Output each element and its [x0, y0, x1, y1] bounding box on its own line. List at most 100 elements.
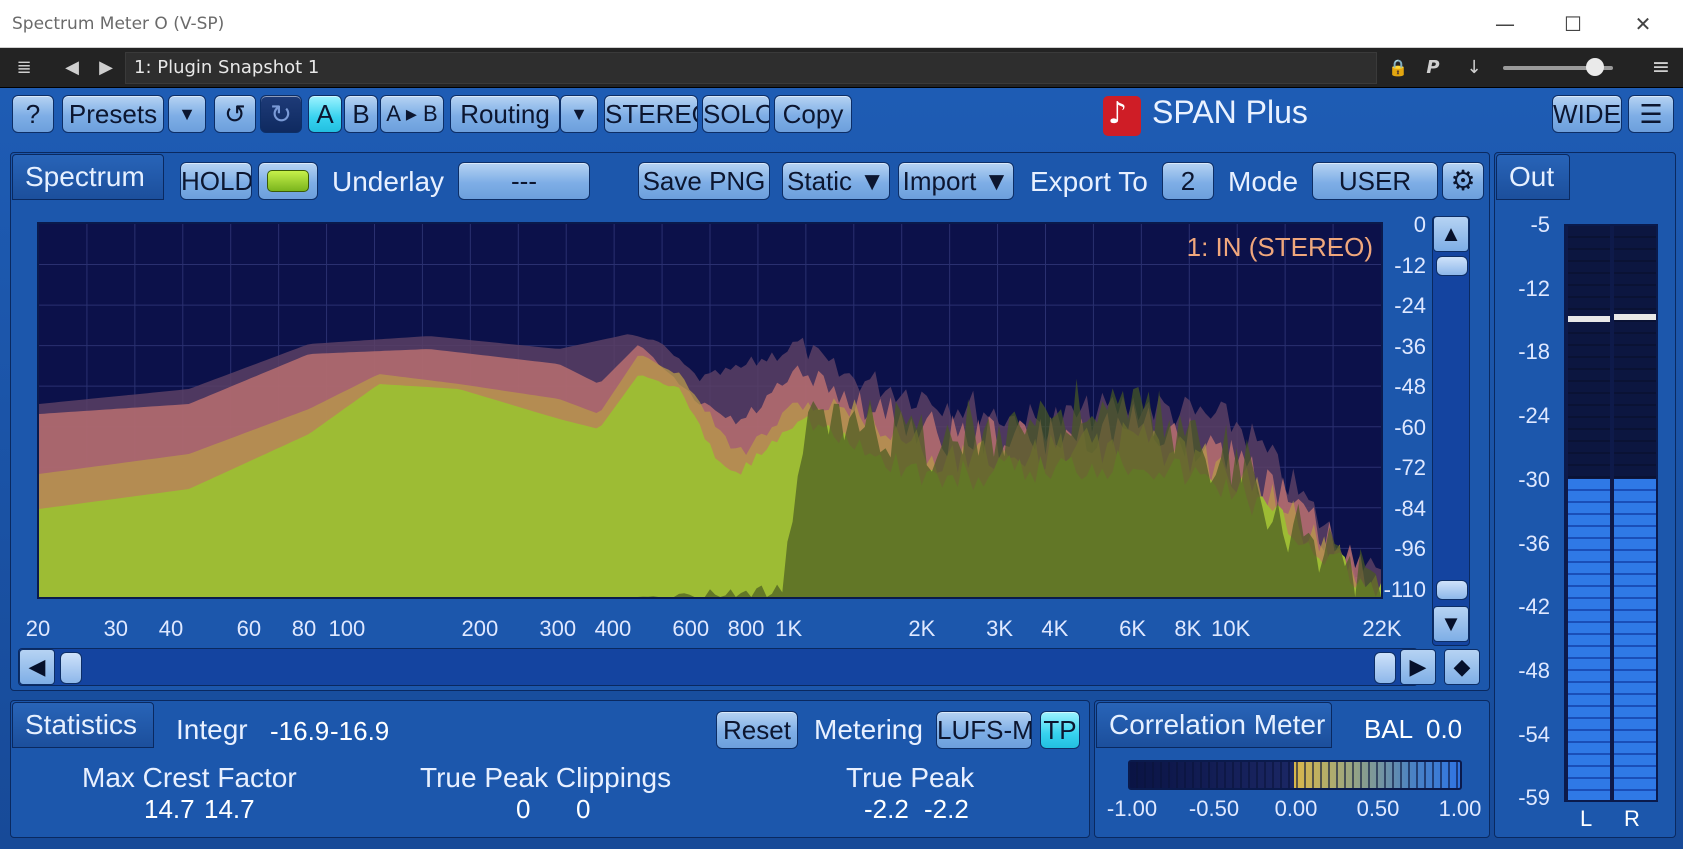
balance-label: BAL — [1364, 714, 1414, 744]
reset-button[interactable]: Reset — [716, 711, 798, 749]
hold-button[interactable]: HOLD — [180, 162, 252, 200]
undo-button[interactable]: ↺ — [214, 95, 256, 133]
host-menu-icon[interactable]: ≡ — [1646, 48, 1676, 88]
color-swatch-button[interactable] — [258, 162, 318, 200]
output-meter-scale-label: -30 — [1518, 466, 1550, 492]
meter-label-l: L — [1580, 806, 1593, 831]
wide-button[interactable]: WIDE — [1552, 95, 1622, 133]
spectrum-settings-button[interactable]: ⚙ — [1442, 162, 1484, 200]
vertical-bottom-handle[interactable] — [1436, 580, 1468, 600]
routing-dropdown-button[interactable]: ▼ — [560, 95, 598, 133]
meter-fill-right — [1614, 478, 1656, 800]
scroll-right-button[interactable]: ▶ — [1400, 649, 1436, 685]
integr-right-value: -16.9 — [330, 716, 390, 746]
db-scale-label: -48 — [1394, 374, 1426, 399]
copy-button[interactable]: Copy — [774, 95, 852, 133]
output-meter-scale-label: -36 — [1518, 530, 1550, 556]
freq-label: 20 — [25, 616, 51, 641]
prev-preset-icon[interactable]: ◀ — [58, 48, 86, 88]
settings-icon[interactable]: ≣ — [8, 48, 40, 88]
freq-label: 10K — [1211, 616, 1251, 641]
spectrum-tab[interactable]: Spectrum — [12, 154, 164, 200]
true-peak-toggle[interactable]: TP — [1040, 711, 1080, 749]
tp-clippings-label: True Peak Clippings — [420, 762, 672, 793]
import-dropdown[interactable]: Import ▼ — [898, 162, 1014, 200]
output-meter-scale-label: -54 — [1518, 721, 1550, 747]
freq-label: 400 — [594, 616, 632, 641]
output-meter-scale-label: -48 — [1518, 657, 1550, 683]
meter-fill-left — [1568, 478, 1610, 800]
ab-b-button[interactable]: B — [344, 95, 378, 133]
output-meter-scale-label: -12 — [1518, 275, 1550, 301]
spectrum-svg — [39, 224, 1381, 597]
minimize-button[interactable]: — — [1482, 8, 1528, 40]
lock-icon[interactable]: 🔒 — [1384, 48, 1412, 88]
freq-label: 8K — [1174, 616, 1202, 641]
db-scale-label: 0 — [1413, 212, 1426, 237]
correlation-tab[interactable]: Correlation Meter — [1096, 702, 1332, 748]
next-preset-icon[interactable]: ▶ — [92, 48, 120, 88]
spectrum-graph[interactable]: 1: IN (STEREO) — [37, 222, 1383, 599]
integr-left-value: -16.9 — [270, 716, 330, 746]
correlation-bar — [1128, 760, 1462, 790]
freq-label: 1K — [775, 616, 803, 641]
mode-select[interactable]: USER — [1312, 162, 1438, 200]
input-arrow-icon[interactable]: ↓ — [1460, 48, 1488, 88]
freq-label: 22K — [1362, 616, 1402, 641]
statistics-tab[interactable]: Statistics — [12, 702, 154, 748]
preset-name-field[interactable]: 1: Plugin Snapshot 1 — [125, 52, 1377, 84]
db-scale-label: -84 — [1394, 495, 1426, 521]
output-meter-scale-label: -5 — [1530, 212, 1550, 237]
stereo-button[interactable]: STEREO — [604, 95, 698, 133]
title-bar: Spectrum Meter O (V-SP) — ☐ ✕ — [0, 0, 1683, 48]
param-icon[interactable]: P — [1418, 48, 1448, 88]
presets-dropdown-button[interactable]: ▼ — [168, 95, 206, 133]
freq-label: 60 — [236, 616, 262, 641]
redo-button[interactable]: ↻ — [260, 95, 302, 133]
host-toolbar: ≣ ◀ ▶ 1: Plugin Snapshot 1 🔒 P ↓ ≡ — [0, 48, 1683, 88]
output-meter-scale-label: -18 — [1518, 339, 1550, 365]
export-label: Export To — [1030, 166, 1148, 197]
correlation-scale-label: -1.00 — [1106, 796, 1158, 821]
freq-label: 200 — [461, 616, 499, 641]
maximize-button[interactable]: ☐ — [1550, 8, 1596, 40]
solo-button[interactable]: SOLO — [702, 95, 770, 133]
true-peak-left: -2.2 — [864, 794, 909, 824]
main-menu-button[interactable]: ☰ — [1628, 95, 1674, 133]
scroll-down-button[interactable]: ▼ — [1433, 606, 1469, 642]
volume-knob[interactable] — [1586, 58, 1604, 76]
routing-button[interactable]: Routing — [450, 95, 560, 133]
vertical-top-handle[interactable] — [1436, 256, 1468, 276]
reset-zoom-button[interactable]: ◆ — [1444, 649, 1480, 685]
presets-button[interactable]: Presets — [62, 95, 164, 133]
out-tab[interactable]: Out — [1496, 154, 1570, 200]
metering-select[interactable]: LUFS-ML — [936, 711, 1032, 749]
ab-a-button[interactable]: A — [308, 95, 342, 133]
meter-channel-right — [1614, 226, 1656, 800]
horizontal-zoom-track[interactable] — [18, 648, 1418, 686]
db-scale-label: -36 — [1394, 333, 1426, 359]
export-slot-select[interactable]: 2 — [1162, 162, 1214, 200]
freq-label: 800 — [727, 616, 765, 641]
static-dropdown[interactable]: Static ▼ — [782, 162, 890, 200]
scroll-left-button[interactable]: ◀ — [19, 649, 55, 685]
output-meter-scale-label: -42 — [1518, 594, 1550, 620]
horizontal-left-handle[interactable] — [60, 652, 82, 684]
mode-label: Mode — [1228, 166, 1299, 197]
redo-icon: ↻ — [270, 99, 292, 129]
freq-label: 4K — [1041, 616, 1069, 641]
freq-label: 2K — [908, 616, 936, 641]
scroll-up-button[interactable]: ▲ — [1433, 216, 1469, 252]
underlay-select[interactable]: --- — [458, 162, 590, 200]
correlation-scale-label: 0.50 — [1356, 796, 1400, 821]
horizontal-right-handle[interactable] — [1374, 652, 1396, 684]
meter-label-r: R — [1624, 806, 1640, 831]
metering-label: Metering — [814, 714, 923, 745]
save-png-button[interactable]: Save PNG — [638, 162, 770, 200]
freq-label: 80 — [291, 616, 317, 641]
ab-copy-button[interactable]: A ▸ B — [380, 95, 444, 133]
close-button[interactable]: ✕ — [1620, 8, 1666, 40]
brand-logo: ♪ — [1103, 96, 1141, 136]
peak-hold-right — [1614, 314, 1656, 320]
help-button[interactable]: ? — [12, 95, 54, 133]
